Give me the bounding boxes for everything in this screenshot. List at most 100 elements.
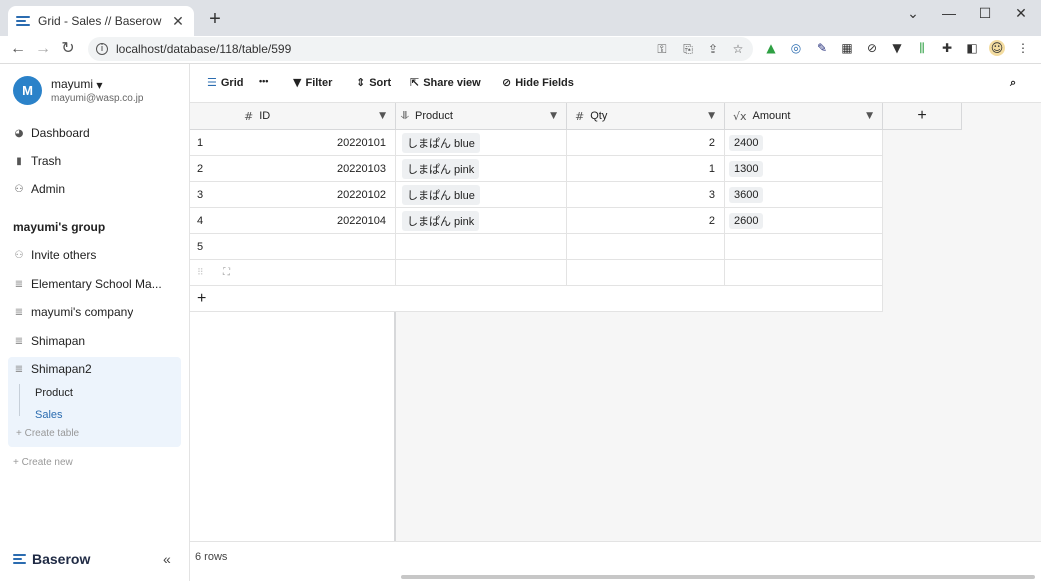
maximize-button[interactable]: ☐ bbox=[973, 4, 997, 22]
id-cell[interactable]: 20220103 bbox=[337, 163, 386, 175]
invite-others-link[interactable]: ⚇ Invite others bbox=[13, 246, 178, 264]
sidebar-item-admin[interactable]: ⚇ Admin bbox=[13, 180, 66, 198]
product-cell[interactable] bbox=[396, 234, 567, 260]
horizontal-scrollbar[interactable] bbox=[401, 575, 1035, 579]
sidebar-item-dashboard[interactable]: ◕ Dashboard bbox=[13, 124, 90, 142]
sidebar-table-sales[interactable]: Sales bbox=[35, 409, 63, 421]
table-row[interactable]: 2 20220103 bbox=[190, 156, 396, 182]
sort-button[interactable]: ⇕ Sort bbox=[356, 76, 391, 89]
qty-cell[interactable]: 2 bbox=[567, 208, 725, 234]
extension-vue-icon[interactable]: ▲ bbox=[763, 40, 779, 56]
key-icon[interactable]: ⚿ bbox=[655, 42, 669, 56]
product-chip[interactable]: しまぱん pink bbox=[402, 210, 480, 231]
extension-qr-icon[interactable]: ▦ bbox=[839, 40, 855, 56]
column-menu-icon[interactable]: ▼ bbox=[866, 111, 873, 121]
sidebar-database-company[interactable]: ≣ mayumi's company bbox=[13, 303, 178, 321]
profile-avatar-icon[interactable]: ☺ bbox=[989, 40, 1005, 56]
table-row[interactable]: 4 20220104 bbox=[190, 208, 396, 234]
translate-icon[interactable]: ⎘ bbox=[681, 42, 695, 56]
user-menu[interactable]: M mayumi ▼ mayumi@wasp.co.jp bbox=[13, 76, 143, 105]
tab-close-icon[interactable]: ✕ bbox=[170, 13, 186, 30]
qty-cell[interactable] bbox=[567, 260, 725, 286]
id-cell[interactable]: 20220102 bbox=[337, 189, 386, 201]
amount-cell[interactable] bbox=[725, 260, 883, 286]
minimize-button[interactable]: — bbox=[937, 4, 961, 22]
id-cell[interactable]: 20220104 bbox=[337, 215, 386, 227]
grid-view-button[interactable]: ☰ Grid bbox=[207, 76, 244, 89]
sidebar-database-shimapan2[interactable]: ≣ Shimapan2 bbox=[13, 360, 178, 378]
share-view-label: Share view bbox=[423, 76, 481, 89]
amount-cell[interactable]: 3600 bbox=[725, 182, 883, 208]
sidebar-item-trash[interactable]: ▮ Trash bbox=[13, 152, 61, 170]
table-row[interactable]: 1 20220101 bbox=[190, 130, 396, 156]
site-info-icon[interactable]: i bbox=[96, 43, 108, 55]
column-header-id[interactable]: # ID ▼ bbox=[190, 103, 395, 130]
extensions-puzzle-icon[interactable]: ✚ bbox=[939, 40, 955, 56]
extension-circle-icon[interactable]: ◎ bbox=[788, 40, 804, 56]
add-row-strip[interactable] bbox=[396, 286, 883, 312]
plus-icon: + bbox=[13, 457, 19, 468]
column-header-qty[interactable]: # Qty ▼ bbox=[567, 103, 725, 130]
product-chip[interactable]: しまぱん blue bbox=[402, 132, 480, 153]
browser-menu-icon[interactable]: ⋮ bbox=[1015, 40, 1031, 56]
create-new-link[interactable]: + Create new bbox=[13, 457, 73, 468]
column-menu-icon[interactable]: ▼ bbox=[708, 111, 715, 121]
tab-search-icon[interactable]: ⌄ bbox=[901, 4, 925, 22]
hide-fields-button[interactable]: ⊘ Hide Fields bbox=[502, 76, 574, 89]
view-more-button[interactable]: ••• bbox=[259, 76, 268, 86]
table-row[interactable]: 3 20220102 bbox=[190, 182, 396, 208]
product-cell[interactable]: しまぱん blue bbox=[396, 130, 567, 156]
search-icon[interactable]: ⌕ bbox=[1010, 76, 1020, 90]
add-row-button[interactable]: + bbox=[190, 286, 396, 312]
filter-button[interactable]: ▼ Filter bbox=[293, 76, 332, 89]
column-header-product[interactable]: ⥥ Product ▼ bbox=[396, 103, 567, 130]
side-panel-icon[interactable]: ◧ bbox=[964, 40, 980, 56]
table-row[interactable]: ⠿ ⛶ bbox=[190, 260, 396, 286]
qty-cell[interactable]: 2 bbox=[567, 130, 725, 156]
url-bar[interactable]: i localhost/database/118/table/599 bbox=[88, 37, 753, 61]
reload-icon[interactable]: ↻ bbox=[58, 39, 78, 59]
create-table-link[interactable]: + Create table bbox=[16, 428, 79, 439]
product-chip[interactable]: しまぱん pink bbox=[402, 158, 480, 179]
product-cell[interactable]: しまぱん pink bbox=[396, 208, 567, 234]
drag-handle-icon[interactable]: ⠿ bbox=[197, 267, 204, 278]
new-tab-button[interactable]: + bbox=[205, 9, 225, 29]
amount-cell[interactable] bbox=[725, 234, 883, 260]
qty-cell[interactable] bbox=[567, 234, 725, 260]
database-icon: ≣ bbox=[14, 306, 24, 318]
amount-cell[interactable]: 2400 bbox=[725, 130, 883, 156]
amount-cell[interactable]: 2600 bbox=[725, 208, 883, 234]
close-window-button[interactable]: ✕ bbox=[1009, 4, 1033, 22]
qty-cell[interactable]: 3 bbox=[567, 182, 725, 208]
sidebar-database-shimapan[interactable]: ≣ Shimapan bbox=[13, 332, 178, 350]
product-cell[interactable] bbox=[396, 260, 567, 286]
forward-arrow-icon[interactable]: → bbox=[33, 39, 53, 59]
extension-filter-icon[interactable]: ▼ bbox=[889, 40, 905, 56]
column-menu-icon[interactable]: ▼ bbox=[379, 111, 386, 121]
product-cell[interactable]: しまぱん pink bbox=[396, 156, 567, 182]
extension-block-icon[interactable]: ⊘ bbox=[864, 40, 880, 56]
qty-cell[interactable]: 1 bbox=[567, 156, 725, 182]
group-title[interactable]: mayumi's group bbox=[13, 220, 105, 234]
column-menu-icon[interactable]: ▼ bbox=[550, 111, 557, 121]
extension-pen-icon[interactable]: ✎ bbox=[814, 40, 830, 56]
bookmark-star-icon[interactable]: ☆ bbox=[731, 42, 745, 56]
browser-tab[interactable]: Grid - Sales // Baserow ✕ bbox=[8, 6, 194, 36]
add-field-button[interactable]: + bbox=[883, 103, 962, 130]
product-chip[interactable]: しまぱん blue bbox=[402, 184, 480, 205]
share-view-button[interactable]: ⇱ Share view bbox=[410, 76, 481, 89]
address-bar-row: ← → ↻ i localhost/database/118/table/599… bbox=[0, 36, 1041, 64]
table-row[interactable]: 5 bbox=[190, 234, 396, 260]
sidebar-table-product[interactable]: Product bbox=[35, 387, 73, 399]
expand-row-icon[interactable]: ⛶ bbox=[223, 267, 230, 278]
sidebar-database-elementary[interactable]: ≣ Elementary School Ma... bbox=[13, 275, 178, 293]
share-icon[interactable]: ⇪ bbox=[706, 42, 720, 56]
id-cell[interactable]: 20220101 bbox=[337, 137, 386, 149]
product-cell[interactable]: しまぱん blue bbox=[396, 182, 567, 208]
back-arrow-icon[interactable]: ← bbox=[8, 39, 28, 59]
column-header-amount[interactable]: √x Amount ▼ bbox=[725, 103, 883, 130]
extension-equalizer-icon[interactable]: ⫼ bbox=[914, 40, 930, 56]
collapse-sidebar-icon[interactable]: « bbox=[163, 551, 171, 567]
baserow-logo[interactable]: Baserow bbox=[13, 551, 90, 567]
amount-cell[interactable]: 1300 bbox=[725, 156, 883, 182]
